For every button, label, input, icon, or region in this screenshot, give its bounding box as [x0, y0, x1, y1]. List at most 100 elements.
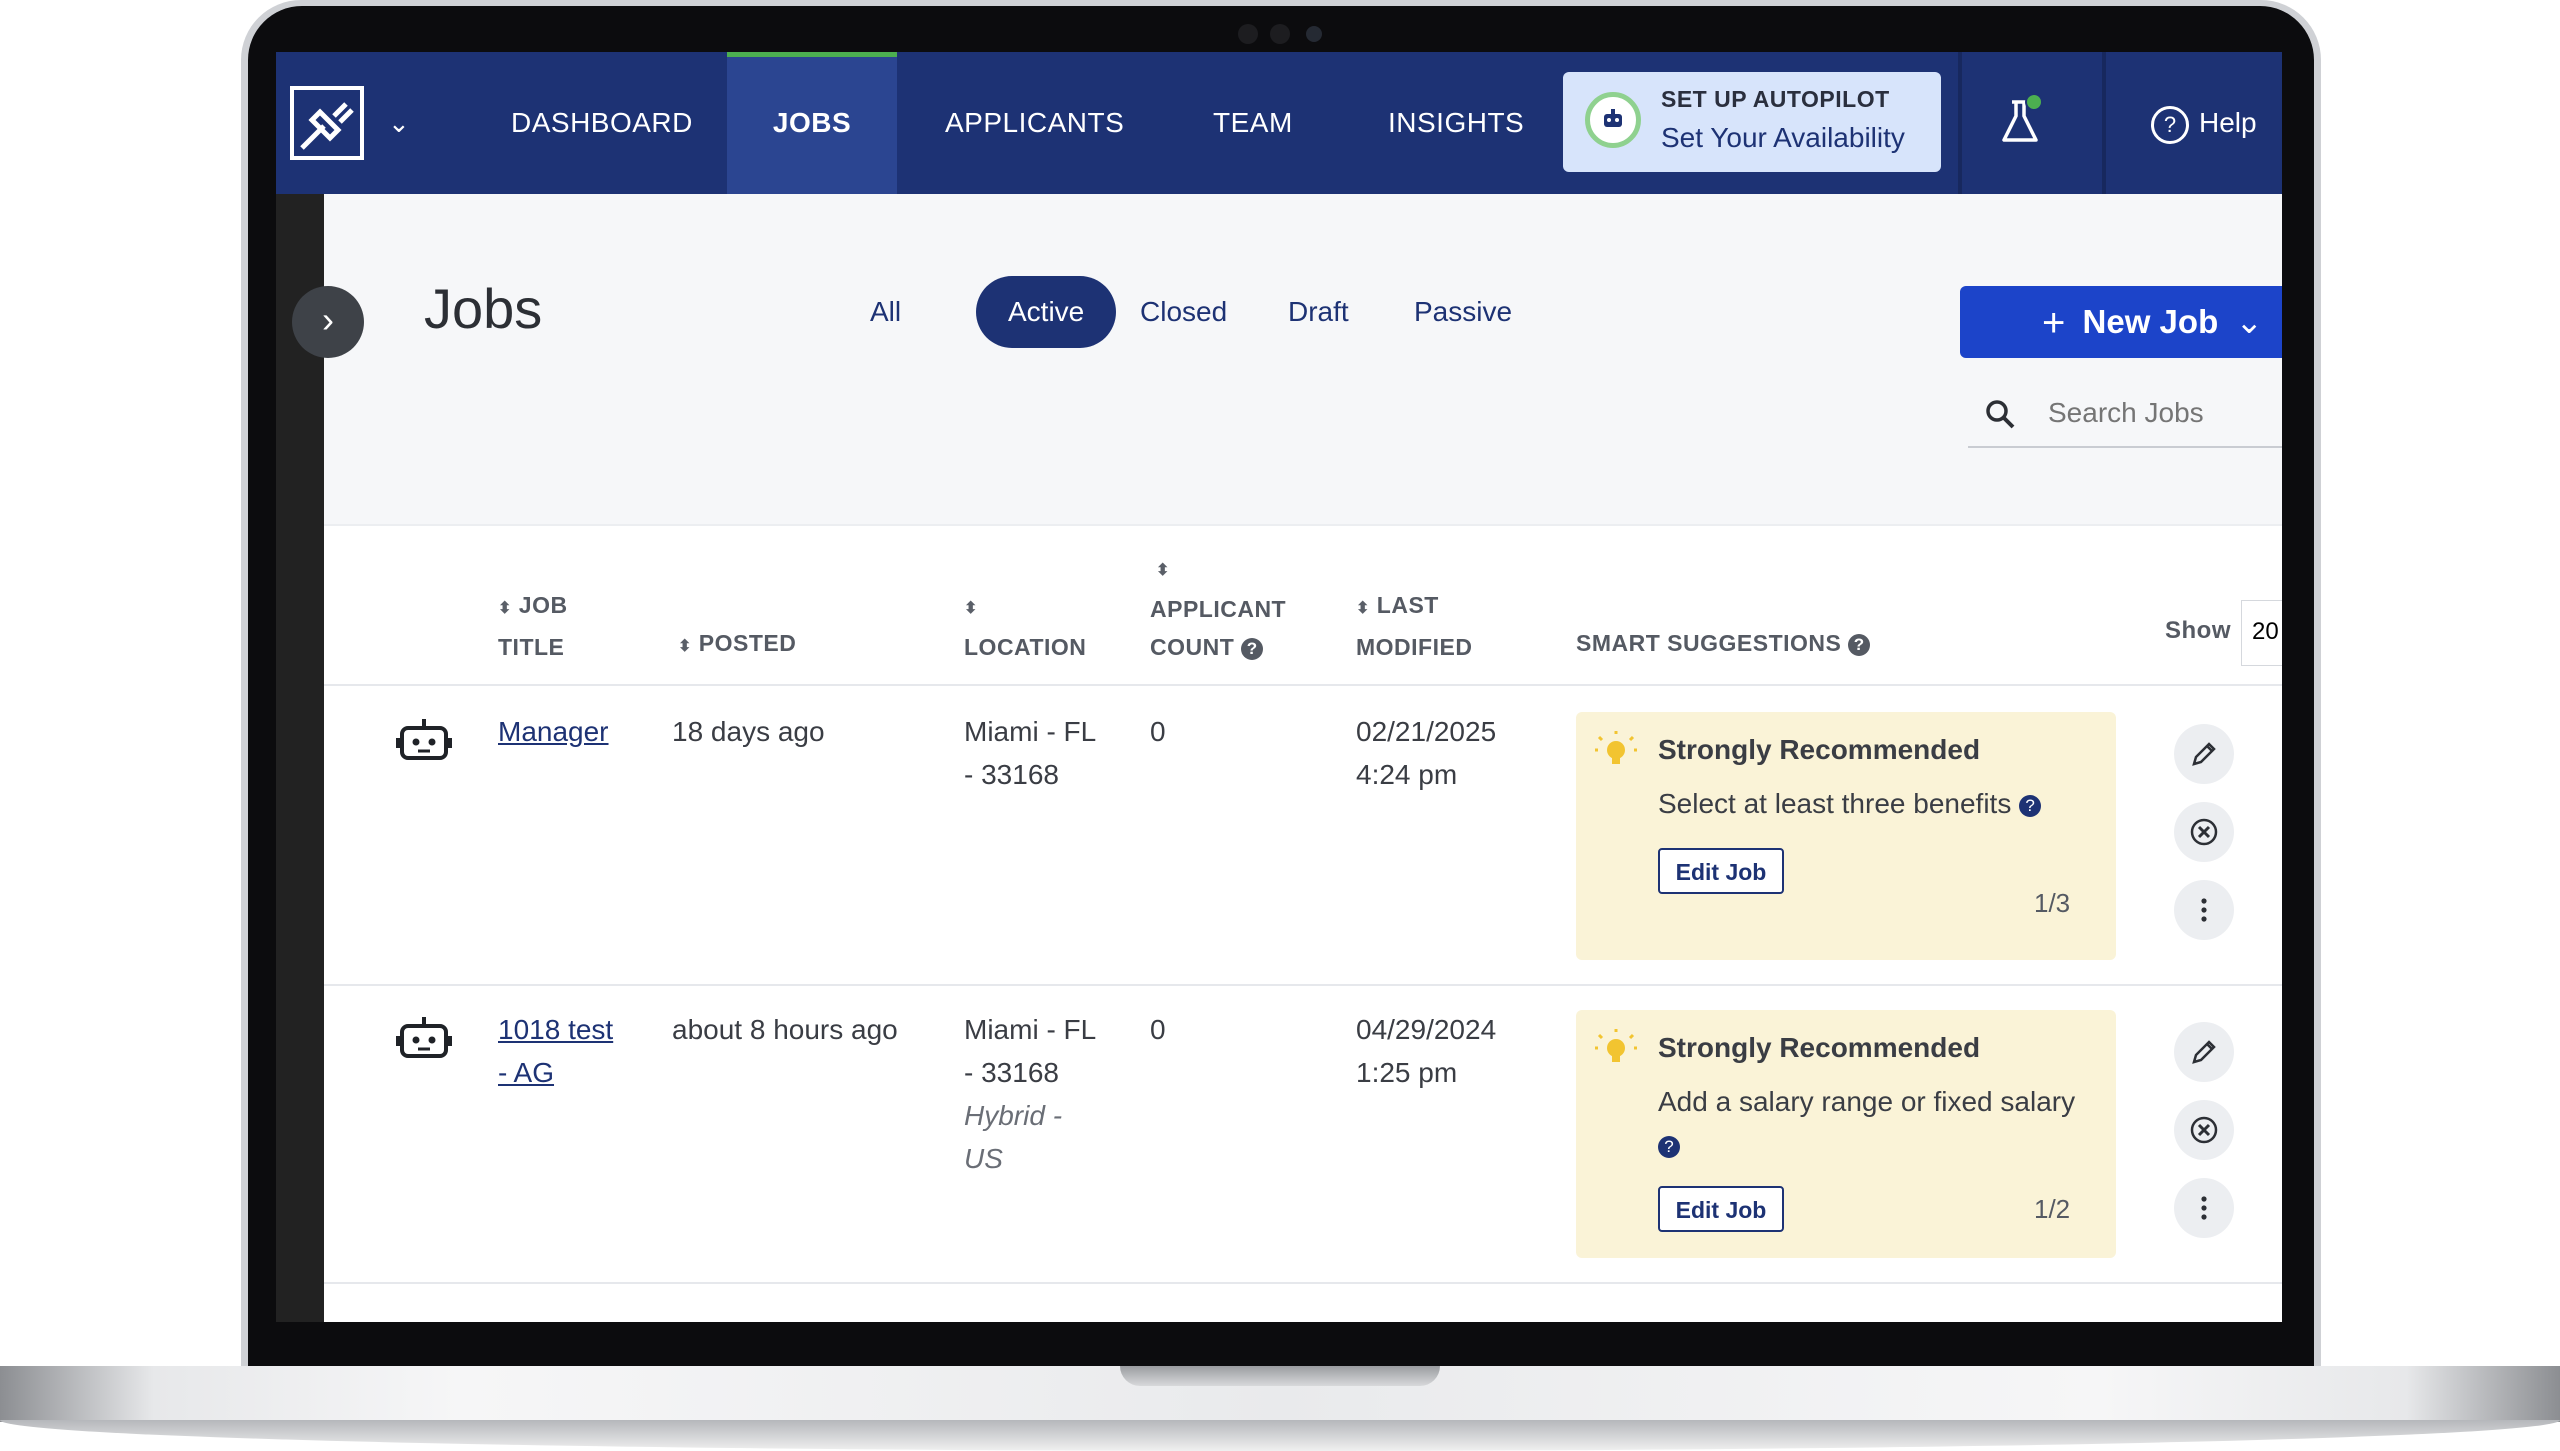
nav-divider	[1958, 52, 1962, 194]
suggestion-text: Add a salary range or fixed salary?	[1658, 1080, 2098, 1166]
job-title-line: - AG	[498, 1057, 555, 1088]
laptop-notch	[1120, 1366, 1440, 1386]
question-icon[interactable]: ?	[1241, 637, 1264, 660]
col-label: JOB	[518, 592, 568, 618]
question-icon[interactable]: ?	[2019, 794, 2042, 817]
suggestion-label: Select at least three benefits	[1658, 788, 2012, 819]
job-title-link[interactable]: 1018 test - AG	[498, 1014, 613, 1088]
new-job-button[interactable]: + New Job ⌄	[1960, 286, 2282, 358]
logo-icon[interactable]	[290, 86, 364, 160]
sort-icon: ⬍	[1356, 600, 1370, 617]
suggestion-label: Add a salary range or fixed salary	[1658, 1086, 2076, 1117]
edit-icon[interactable]	[2174, 1022, 2234, 1082]
nav-applicants[interactable]: APPLICANTS	[945, 52, 1124, 194]
search-input[interactable]	[2046, 392, 2282, 434]
filter-active[interactable]: Active	[976, 276, 1117, 348]
plus-icon: +	[2042, 301, 2066, 345]
suggestion-text: Select at least three benefits ?	[1658, 782, 2042, 825]
lightbulb-icon	[1594, 1028, 1638, 1077]
help-icon: ?	[2151, 105, 2189, 144]
table-row: Manager	[498, 710, 609, 753]
close-job-icon[interactable]	[2174, 802, 2234, 862]
edit-icon[interactable]	[2174, 724, 2234, 784]
chevron-right-icon: ›	[322, 299, 334, 340]
suggestion-title: Strongly Recommended	[1658, 1032, 1981, 1063]
suggestion-card: Strongly Recommended Select at least thr…	[1576, 712, 2116, 960]
chevron-down-icon[interactable]: ⌄	[388, 108, 410, 139]
col-label: LAST	[1376, 592, 1439, 618]
chevron-down-icon: ⌄	[2235, 303, 2264, 340]
col-label: SMART SUGGESTIONS	[1576, 630, 1842, 656]
filter-all[interactable]: All	[838, 276, 933, 348]
edit-job-button[interactable]: Edit Job	[1658, 848, 1784, 894]
applicant-count-cell: 0	[1150, 716, 1166, 747]
autopilot-title: SET UP AUTOPILOT	[1661, 86, 1890, 112]
search-box	[1968, 382, 2282, 448]
expand-sidebar-button[interactable]: ›	[292, 286, 364, 358]
question-icon[interactable]: ?	[1658, 1135, 1680, 1158]
robot-icon	[396, 714, 452, 771]
job-title-link[interactable]: Manager	[498, 716, 609, 747]
robot-icon	[396, 1012, 452, 1069]
col-label: APPLICANT	[1150, 596, 1287, 622]
robot-icon	[1585, 92, 1641, 148]
filter-passive[interactable]: Passive	[1382, 276, 1544, 348]
location-type: US	[964, 1143, 1003, 1174]
row-divider	[324, 984, 2282, 986]
help-button[interactable]: ? Help	[2151, 52, 2257, 194]
close-job-icon[interactable]	[2174, 1100, 2234, 1160]
autopilot-banner[interactable]: SET UP AUTOPILOT Set Your Availability	[1563, 72, 1941, 172]
suggestion-count: 1/3	[2034, 888, 2071, 918]
location-line: Miami - FL	[964, 716, 1097, 747]
col-label: MODIFIED	[1356, 634, 1473, 660]
suggestion-title: Strongly Recommended	[1658, 734, 1981, 765]
edit-job-button[interactable]: Edit Job	[1658, 1186, 1784, 1232]
sort-icon: ⬍	[498, 600, 512, 617]
suggestion-card: Strongly Recommended Add a salary range …	[1576, 1010, 2116, 1258]
location-cell: Miami - FL - 33168	[964, 710, 1096, 796]
laptop-base-lip	[0, 1420, 2560, 1451]
col-label: LOCATION	[964, 634, 1087, 660]
col-location[interactable]: ⬍ LOCATION	[964, 586, 1086, 666]
col-applicant-count[interactable]: ⬍ APPLICANT COUNT ?	[1150, 548, 1286, 666]
nav-divider	[2102, 52, 2106, 194]
modified-cell: 04/29/2024 1:25 pm	[1356, 1008, 1496, 1094]
col-job-title[interactable]: ⬍ JOB TITLE	[498, 586, 568, 666]
more-options-icon[interactable]	[2174, 880, 2234, 940]
filter-closed[interactable]: Closed	[1108, 276, 1259, 348]
nav-team[interactable]: TEAM	[1213, 52, 1293, 194]
modified-date: 04/29/2024	[1356, 1014, 1497, 1045]
location-type: Hybrid -	[964, 1100, 1063, 1131]
page-size-select[interactable]: 20	[2241, 600, 2282, 666]
table-row: 1018 test - AG	[498, 1008, 613, 1094]
posted-cell: about 8 hours ago	[672, 1014, 898, 1045]
modified-date: 02/21/2025	[1356, 716, 1497, 747]
col-label: COUNT	[1150, 634, 1235, 660]
location-cell: Miami - FL - 33168 Hybrid - US	[964, 1008, 1096, 1180]
main-content: Jobs All Active Closed Draft Passive + N…	[324, 194, 2282, 1322]
more-options-icon[interactable]	[2174, 1178, 2234, 1238]
camera-lens	[1306, 26, 1322, 42]
filter-draft[interactable]: Draft	[1256, 276, 1381, 348]
col-smart-suggestions: SMART SUGGESTIONS ?	[1576, 624, 1871, 662]
app-screen: ⌄ DASHBOARD JOBS APPLICANTS TEAM INSIGHT…	[276, 52, 2282, 1322]
sort-icon: ⬍	[1156, 562, 1170, 579]
nav-dashboard[interactable]: DASHBOARD	[511, 52, 693, 194]
modified-cell: 02/21/2025 4:24 pm	[1356, 710, 1496, 796]
help-label: Help	[2199, 107, 2257, 138]
flask-icon[interactable]	[1998, 93, 2044, 153]
nav-insights[interactable]: INSIGHTS	[1388, 52, 1524, 194]
job-title-line: 1018 test	[498, 1014, 614, 1045]
col-last-modified[interactable]: ⬍ LAST MODIFIED	[1356, 586, 1472, 666]
row-divider	[324, 684, 2282, 686]
question-icon[interactable]: ?	[1848, 633, 1871, 656]
sort-icon: ⬍	[678, 638, 692, 655]
sort-icon: ⬍	[964, 600, 978, 617]
show-label: Show	[2165, 617, 2231, 644]
col-posted[interactable]: ⬍ POSTED	[678, 624, 796, 666]
applicant-count-cell: 0	[1150, 1014, 1166, 1045]
jobs-header	[324, 194, 2282, 524]
nav-jobs[interactable]: JOBS	[727, 52, 897, 194]
location-line: Miami - FL	[964, 1014, 1097, 1045]
modified-time: 4:24 pm	[1356, 759, 1458, 790]
